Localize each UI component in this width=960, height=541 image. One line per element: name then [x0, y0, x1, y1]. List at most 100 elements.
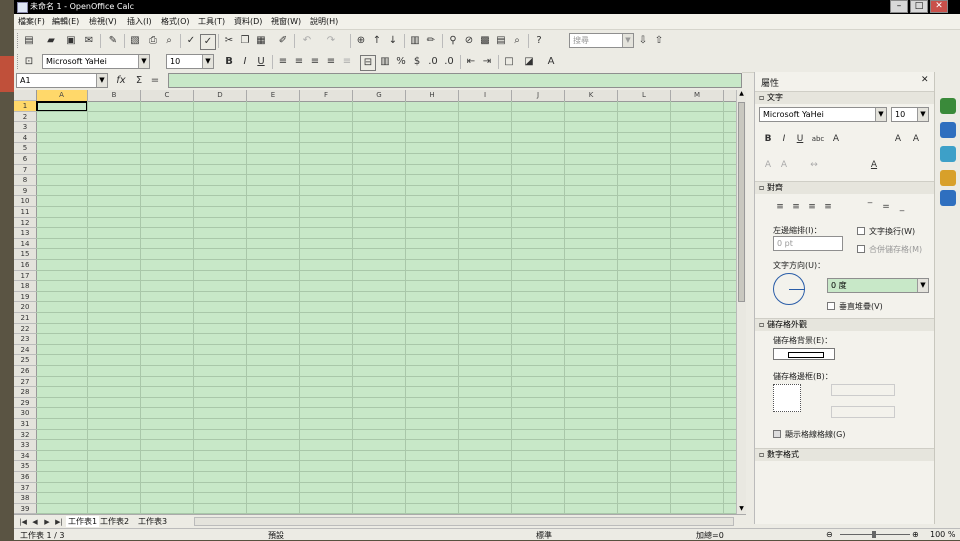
row-header[interactable]: 17	[14, 271, 36, 282]
function-icon[interactable]: =	[148, 74, 162, 88]
menu-edit[interactable]: 編輯(E)	[52, 16, 79, 27]
row-header[interactable]: 36	[14, 472, 36, 483]
email-icon[interactable]: ✉	[82, 34, 96, 48]
zoom-level[interactable]: 100 %	[930, 530, 955, 539]
row-header[interactable]: 22	[14, 324, 36, 335]
vertical-scrollbar[interactable]: ▲ ▼	[736, 90, 746, 514]
row-header[interactable]: 9	[14, 186, 36, 197]
column-header[interactable]: H	[406, 90, 459, 101]
collapse-icon[interactable]: ▫	[759, 183, 767, 192]
justify-icon[interactable]: ≡	[324, 55, 338, 69]
find-next-icon[interactable]: ⇩	[636, 34, 650, 48]
row-header[interactable]: 16	[14, 260, 36, 271]
line-color-picker[interactable]	[831, 406, 895, 418]
row-header[interactable]: 10	[14, 196, 36, 207]
sidebar-close-icon[interactable]: ✕	[921, 75, 929, 85]
menu-help[interactable]: 說明(H)	[310, 16, 338, 27]
chevron-down-icon[interactable]: ▼	[917, 108, 928, 121]
redo-icon[interactable]: ↷	[324, 34, 338, 48]
undo-icon[interactable]: ↶	[300, 34, 314, 48]
row-header[interactable]: 3	[14, 122, 36, 133]
last-sheet-icon[interactable]: ▶|	[52, 515, 66, 529]
sidebar-justify-icon[interactable]: ≡	[821, 200, 835, 214]
menu-data[interactable]: 資料(D)	[234, 16, 262, 27]
character-spacing-icon[interactable]: ↔	[807, 158, 821, 172]
cell-background-picker[interactable]	[773, 348, 835, 360]
row-header[interactable]: 32	[14, 430, 36, 441]
line-style-picker[interactable]	[831, 384, 895, 396]
align-middle-icon[interactable]: =	[879, 200, 893, 214]
row-header[interactable]: 11	[14, 207, 36, 218]
orientation-degrees[interactable]: 0 度 ▼	[827, 278, 929, 293]
properties-deck-icon[interactable]	[940, 98, 956, 114]
row-header[interactable]: 14	[14, 239, 36, 250]
navigator-icon[interactable]: ⊘	[462, 34, 476, 48]
row-header[interactable]: 24	[14, 345, 36, 356]
row-header[interactable]: 13	[14, 228, 36, 239]
save-icon[interactable]: ▣	[64, 34, 78, 48]
shadow-icon[interactable]: A	[829, 132, 843, 146]
select-all-corner[interactable]	[14, 90, 36, 101]
sort-ascending-icon[interactable]: ↑	[370, 34, 384, 48]
merge-cells-checkbox[interactable]	[857, 245, 865, 253]
chevron-down-icon[interactable]: ▼	[138, 55, 149, 68]
row-header[interactable]: 2	[14, 112, 36, 123]
add-decimal-icon[interactable]: .0	[426, 55, 440, 69]
row-header[interactable]: 19	[14, 292, 36, 303]
row-header[interactable]: 25	[14, 355, 36, 366]
hyperlink-icon[interactable]: ⊕	[354, 34, 368, 48]
increase-indent-icon[interactable]: ⇥	[480, 55, 494, 69]
find-previous-icon[interactable]: ⇧	[652, 34, 666, 48]
cut-icon[interactable]: ✂	[222, 34, 236, 48]
cell-area[interactable]	[36, 101, 736, 514]
decrease-font-icon[interactable]: A	[909, 132, 923, 146]
wrap-text-icon[interactable]: ⊟	[360, 55, 376, 71]
gallery-icon[interactable]: ▩	[478, 34, 492, 48]
align-bottom-icon[interactable]: _	[895, 200, 909, 214]
find-replace-icon[interactable]: ⚲	[446, 34, 460, 48]
column-header[interactable]: K	[565, 90, 618, 101]
font-color-icon[interactable]: A	[544, 55, 558, 69]
help-icon[interactable]: ?	[532, 34, 546, 48]
align-right-icon[interactable]: ≡	[308, 55, 322, 69]
sort-descending-icon[interactable]: ↓	[386, 34, 400, 48]
row-header[interactable]: 34	[14, 451, 36, 462]
row-header[interactable]: 30	[14, 408, 36, 419]
zoom-icon[interactable]: ⌕	[510, 34, 524, 48]
underline-icon[interactable]: U	[254, 55, 268, 69]
new-document-icon[interactable]: ▤	[22, 34, 36, 48]
row-header[interactable]: 31	[14, 419, 36, 430]
sidebar-align-center-icon[interactable]: ≡	[789, 200, 803, 214]
spellcheck-icon[interactable]: ✓	[184, 34, 198, 48]
row-header[interactable]: 37	[14, 483, 36, 494]
horizontal-scrollbar[interactable]	[194, 517, 734, 526]
alignment-section-header[interactable]: ▫ 對齊	[755, 181, 935, 194]
sheet-tab-3[interactable]: 工作表3	[138, 516, 167, 527]
scroll-down-arrow[interactable]: ▼	[737, 505, 746, 514]
decrease-indent-icon[interactable]: ⇤	[464, 55, 478, 69]
styles-icon[interactable]: ⊡	[22, 55, 36, 69]
column-header[interactable]: D	[194, 90, 247, 101]
menu-format[interactable]: 格式(O)	[161, 16, 190, 27]
italic-icon[interactable]: I	[238, 55, 252, 69]
delete-decimal-icon[interactable]: .0	[442, 55, 456, 69]
number-format-currency-icon[interactable]: ▥	[378, 55, 392, 69]
functions-deck-icon[interactable]	[940, 190, 956, 206]
chevron-down-icon[interactable]: ▼	[622, 34, 633, 47]
align-left-icon[interactable]: ≡	[276, 55, 290, 69]
chevron-down-icon[interactable]: ▼	[202, 55, 213, 68]
text-section-header[interactable]: ▫ 文字	[755, 91, 935, 104]
search-input[interactable]: 搜尋 ▼	[569, 33, 634, 48]
spreadsheet-grid[interactable]: ABCDEFGHIJKLM 1 2 3 4 5 6 7 8 9 10 11 12 13 14 15 16 17 1…	[14, 90, 736, 514]
sheet-tab-1[interactable]: 工作表1	[66, 516, 100, 527]
row-header[interactable]: 35	[14, 461, 36, 472]
increase-font-icon[interactable]: A	[891, 132, 905, 146]
align-center-icon[interactable]: ≡	[292, 55, 306, 69]
expand-icon[interactable]: ▫	[759, 450, 767, 459]
row-header[interactable]: 1	[14, 101, 36, 112]
chevron-down-icon[interactable]: ▼	[875, 108, 886, 121]
merge-cells-icon[interactable]: ≡	[340, 55, 354, 69]
number-format-header[interactable]: ▫ 數字格式	[755, 448, 935, 461]
row-header[interactable]: 33	[14, 440, 36, 451]
number-format-standard-icon[interactable]: $	[410, 55, 424, 69]
